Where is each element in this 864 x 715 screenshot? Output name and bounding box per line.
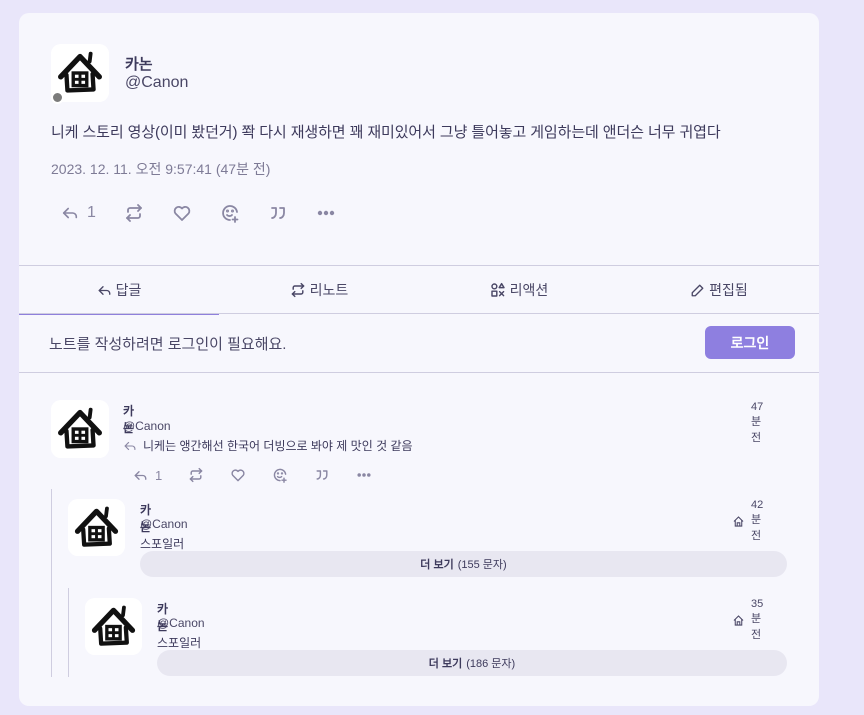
show-more-label: 더 보기 [428, 658, 463, 670]
quote-button[interactable] [314, 467, 330, 483]
tab-reactions[interactable]: 리액션 [419, 266, 619, 314]
divider [19, 372, 819, 373]
time-label: 42분 전 [751, 499, 764, 542]
avatar[interactable] [51, 400, 109, 458]
heart-icon [172, 203, 192, 223]
author-handle[interactable]: @Canon [123, 419, 171, 433]
tab-edited[interactable]: 편집됨 [619, 266, 819, 314]
emoji-plus-icon [220, 203, 240, 223]
renote-button[interactable] [188, 467, 204, 483]
reply-icon [123, 439, 137, 453]
pencil-icon [690, 283, 709, 298]
time-label: 47분 전 [751, 401, 764, 444]
note-text: 스포일러 [157, 636, 202, 650]
avatar[interactable] [85, 598, 142, 655]
reply-icon [61, 204, 79, 222]
tab-label: 리노트 [309, 282, 349, 298]
author-name[interactable]: 카논 [125, 53, 153, 74]
thread-line [68, 588, 69, 677]
home-icon [732, 614, 751, 627]
note-actions: 1 [133, 466, 398, 484]
note-time[interactable]: 47분 전 [751, 401, 763, 445]
reply-icon [97, 283, 116, 298]
show-more-button[interactable]: 더 보기 (186 문자) [157, 650, 787, 676]
login-prompt: 노트를 작성하려면 로그인이 필요해요. [49, 336, 287, 353]
note-time[interactable]: 42분 전 [732, 499, 763, 543]
time-label: 35분 전 [751, 598, 764, 641]
note-text: 니케 스토리 영상(이미 봤던거) 쫙 다시 재생하면 꽤 재미있어서 그냥 틀… [51, 124, 721, 141]
reply-icon [133, 468, 148, 483]
more-options-button[interactable] [316, 203, 336, 223]
renote-button[interactable] [124, 203, 144, 223]
tab-label: 답글 [115, 282, 142, 298]
reply-to-line: 니케는 앵간해선 한국어 더빙으로 봐야 제 맛인 것 같음 [123, 437, 413, 454]
note-timestamp[interactable]: 2023. 12. 11. 오전 9:57:41 (47분 전) [51, 159, 270, 179]
note-actions: 1 [61, 201, 364, 225]
quote-button[interactable] [268, 203, 288, 223]
reply-count: 1 [155, 467, 163, 483]
author-handle[interactable]: @Canon [157, 616, 205, 630]
like-button[interactable] [230, 467, 246, 483]
reaction-button[interactable] [272, 467, 288, 483]
tab-replies[interactable]: 답글 [19, 266, 219, 315]
author-handle[interactable]: @Canon [140, 517, 188, 531]
note-text: 스포일러 [140, 537, 185, 551]
tab-label: 리액션 [509, 282, 549, 298]
quote-icon [314, 467, 330, 483]
home-icon [732, 515, 751, 528]
avatar[interactable] [68, 499, 125, 556]
char-count: (186 문자) [466, 658, 516, 670]
login-button[interactable]: 로그인 [705, 326, 795, 359]
emoji-plus-icon [272, 467, 288, 483]
tab-label: 편집됨 [709, 282, 748, 298]
more-options-button[interactable] [356, 467, 372, 483]
tab-renotes[interactable]: 리노트 [219, 266, 419, 314]
status-indicator [51, 91, 64, 104]
reply-to-text: 니케는 앵간해선 한국어 더빙으로 봐야 제 맛인 것 같음 [143, 439, 413, 453]
renote-icon [290, 282, 310, 298]
reply-button[interactable]: 1 [133, 468, 162, 483]
like-button[interactable] [172, 203, 192, 223]
thread-line [51, 489, 52, 677]
note-detail-card: 카논 @Canon 니케 스토리 영상(이미 봤던거) 쫙 다시 재생하면 꽤 … [19, 13, 819, 706]
show-more-label: 더 보기 [420, 559, 454, 571]
ellipsis-icon [316, 203, 336, 223]
renote-icon [124, 203, 144, 223]
author-handle[interactable]: @Canon [125, 74, 188, 92]
quote-icon [268, 203, 288, 223]
divider [19, 313, 819, 314]
show-more-button[interactable]: 더 보기 (155 문자) [140, 551, 787, 577]
note-time[interactable]: 35분 전 [732, 598, 763, 642]
reactions-icon [490, 282, 510, 298]
renote-icon [188, 467, 204, 483]
ellipsis-icon [356, 467, 372, 483]
reaction-button[interactable] [220, 203, 240, 223]
heart-icon [230, 467, 246, 483]
reply-count: 1 [87, 204, 96, 221]
char-count: (155 문자) [457, 559, 507, 571]
note-tabs: 답글 리노트 리액션 편집됨 [19, 266, 819, 315]
reply-button[interactable]: 1 [61, 204, 96, 222]
